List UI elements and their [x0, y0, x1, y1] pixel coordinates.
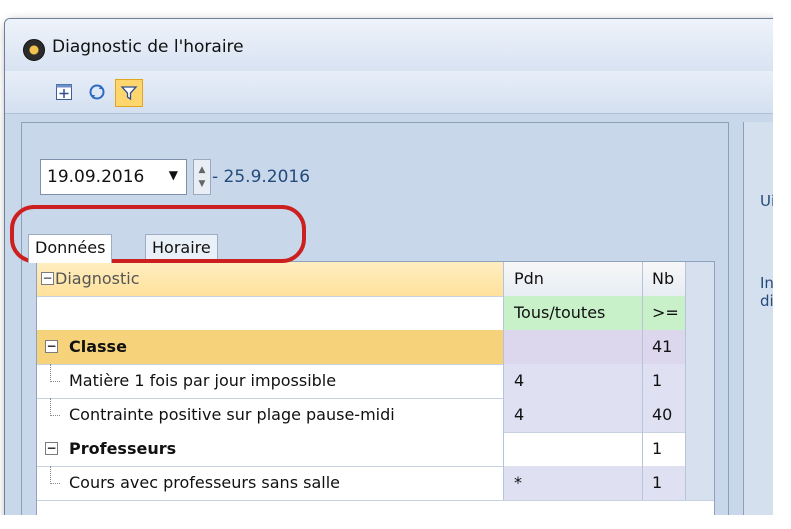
tab-strip: Données Horaire: [28, 234, 728, 263]
item-label: Cours avec professeurs sans salle: [69, 473, 340, 492]
right-panel-text: In: [760, 274, 774, 292]
column-header-label: Diagnostic: [55, 269, 140, 288]
tab-donnees[interactable]: Données: [28, 234, 113, 263]
collapse-icon[interactable]: −: [45, 340, 58, 353]
filter-button[interactable]: [115, 79, 143, 107]
row-label-cell: Contrainte positive sur plage pause-midi: [37, 398, 504, 432]
item-label: Contrainte positive sur plage pause-midi: [69, 405, 395, 424]
grid-gutter: [686, 398, 714, 432]
category-label: Professeurs: [69, 439, 177, 458]
date-picker[interactable]: 19.09.2016 ▼: [40, 159, 187, 195]
date-range-end: - 25.9.2016: [212, 167, 311, 187]
torn-edge-right: [773, 0, 791, 529]
refresh-button[interactable]: [84, 79, 110, 105]
grid-gutter: [686, 330, 714, 364]
grid-gutter: [686, 432, 714, 466]
window-title: Diagnostic de l'horaire: [52, 37, 244, 57]
nb-cell: 1: [643, 364, 686, 398]
table-row[interactable]: Matière 1 fois par jour impossible 4 1: [37, 364, 714, 399]
pdn-cell: [504, 432, 643, 466]
collapse-icon[interactable]: −: [41, 272, 54, 285]
nb-cell: 41: [643, 330, 686, 364]
toolbar: [5, 71, 787, 114]
column-header-nb[interactable]: Nb: [643, 262, 686, 296]
item-label: Matière 1 fois par jour impossible: [69, 371, 337, 390]
torn-edge-bottom: [0, 515, 791, 529]
nb-cell: 1: [643, 432, 686, 466]
date-spinner[interactable]: ▲ ▼: [193, 159, 211, 195]
tree-connector: [50, 466, 60, 484]
grid-gutter: [686, 262, 714, 296]
title-bar: Diagnostic de l'horaire: [5, 19, 787, 72]
start-date: 19.09.2016: [47, 167, 145, 187]
grid-gutter: [686, 364, 714, 398]
pdn-cell: 4: [504, 398, 643, 432]
expand-icon: [56, 84, 72, 100]
nb-cell: 40: [643, 398, 686, 432]
table-row[interactable]: − Professeurs 1: [37, 432, 714, 467]
row-label-cell: − Professeurs: [37, 432, 504, 466]
arrow-down-icon[interactable]: ▼: [199, 177, 206, 191]
row-label-cell: − Classe: [37, 330, 504, 364]
grid-gutter: [686, 466, 714, 500]
filter-cell-pdn[interactable]: Tous/toutes: [504, 296, 643, 330]
grid-gutter: [686, 296, 714, 330]
category-label: Classe: [69, 337, 127, 356]
diagnostic-grid: − Diagnostic Pdn Nb Tous/toutes >= 1 − C…: [36, 261, 715, 525]
grid-header-row: − Diagnostic Pdn Nb: [37, 262, 714, 297]
clock-icon: [23, 39, 45, 61]
nb-cell: 1: [643, 466, 686, 500]
diagnostic-panel: 19.09.2016 ▼ ▲ ▼ - 25.9.2016 Données Hor…: [21, 122, 729, 525]
filter-cell-nb[interactable]: >= 1: [643, 296, 686, 356]
arrow-up-icon[interactable]: ▲: [199, 163, 206, 177]
column-header-pdn[interactable]: Pdn: [504, 262, 643, 296]
refresh-icon: [89, 84, 105, 100]
tab-horaire[interactable]: Horaire: [145, 234, 218, 261]
pdn-cell: *: [504, 466, 643, 500]
tree-connector: [50, 364, 60, 382]
table-row[interactable]: Cours avec professeurs sans salle * 1: [37, 466, 714, 501]
right-panel-text: di: [760, 292, 774, 310]
filter-row: Tous/toutes >= 1: [37, 296, 714, 356]
table-row[interactable]: Contrainte positive sur plage pause-midi…: [37, 398, 714, 433]
pdn-cell: [504, 330, 643, 364]
chevron-down-icon[interactable]: ▼: [169, 168, 178, 182]
tree-connector: [50, 398, 60, 416]
filter-icon: [120, 86, 138, 101]
column-header-diagnostic[interactable]: − Diagnostic: [37, 262, 504, 296]
row-label-cell: Cours avec professeurs sans salle: [37, 466, 504, 500]
row-label-cell: Matière 1 fois par jour impossible: [37, 364, 504, 398]
table-row[interactable]: − Classe 41: [37, 330, 714, 365]
collapse-icon[interactable]: −: [45, 442, 58, 455]
filter-cell-diagnostic[interactable]: [37, 296, 504, 330]
pdn-cell: 4: [504, 364, 643, 398]
app-window: Diagnostic de l'horaire 19.09.2016 ▼ ▲ ▼…: [4, 18, 788, 526]
expand-button[interactable]: [51, 79, 77, 105]
